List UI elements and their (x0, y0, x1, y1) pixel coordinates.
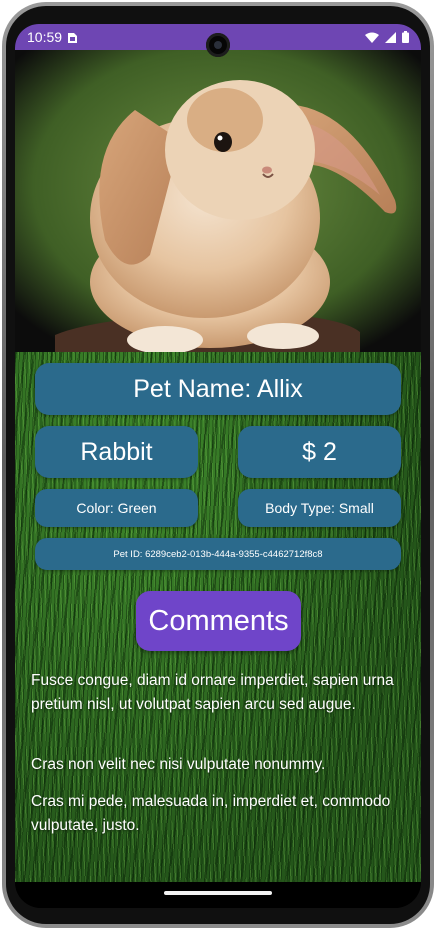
pet-name-card: Pet Name: Allix (35, 363, 401, 415)
comment-item: Cras non velit nec nisi vulputate nonumm… (31, 756, 326, 773)
app-screen: 10:59 Pet Name: Allix Rabbit $ 2 Color: … (15, 24, 421, 908)
pet-name-label: Pet Name: Allix (133, 374, 303, 403)
pet-photo (15, 50, 421, 352)
pet-species-label: Rabbit (80, 437, 153, 466)
pet-color-card: Color: Green (35, 489, 198, 527)
front-camera (206, 33, 230, 57)
pet-body-type-card: Body Type: Small (238, 489, 401, 527)
pet-id-card: Pet ID: 6289ceb2-013b-444a-9355-c4462712… (35, 538, 401, 570)
pet-body-type-label: Body Type: Small (265, 500, 374, 516)
comment-item: Cras mi pede, malesuada in, imperdiet et… (31, 793, 391, 834)
pet-id-label: Pet ID: 6289ceb2-013b-444a-9355-c4462712… (113, 548, 323, 560)
pet-species-card: Rabbit (35, 426, 198, 478)
home-indicator[interactable] (164, 891, 272, 895)
navigation-bar (15, 882, 421, 908)
pet-price-card: $ 2 (238, 426, 401, 478)
status-time: 10:59 (27, 29, 63, 45)
battery-icon (402, 31, 409, 43)
sim-card-icon (68, 32, 78, 43)
pet-color-label: Color: Green (76, 500, 157, 516)
wifi-icon (365, 32, 379, 43)
comments-button[interactable]: Comments (136, 591, 301, 651)
pet-price-label: $ 2 (302, 437, 337, 466)
rabbit-photo-icon (15, 50, 421, 352)
comment-item: Fusce congue, diam id ornare imperdiet, … (31, 672, 394, 713)
cell-signal-icon (385, 31, 396, 43)
status-left: 10:59 (27, 29, 78, 45)
status-right (365, 31, 409, 43)
